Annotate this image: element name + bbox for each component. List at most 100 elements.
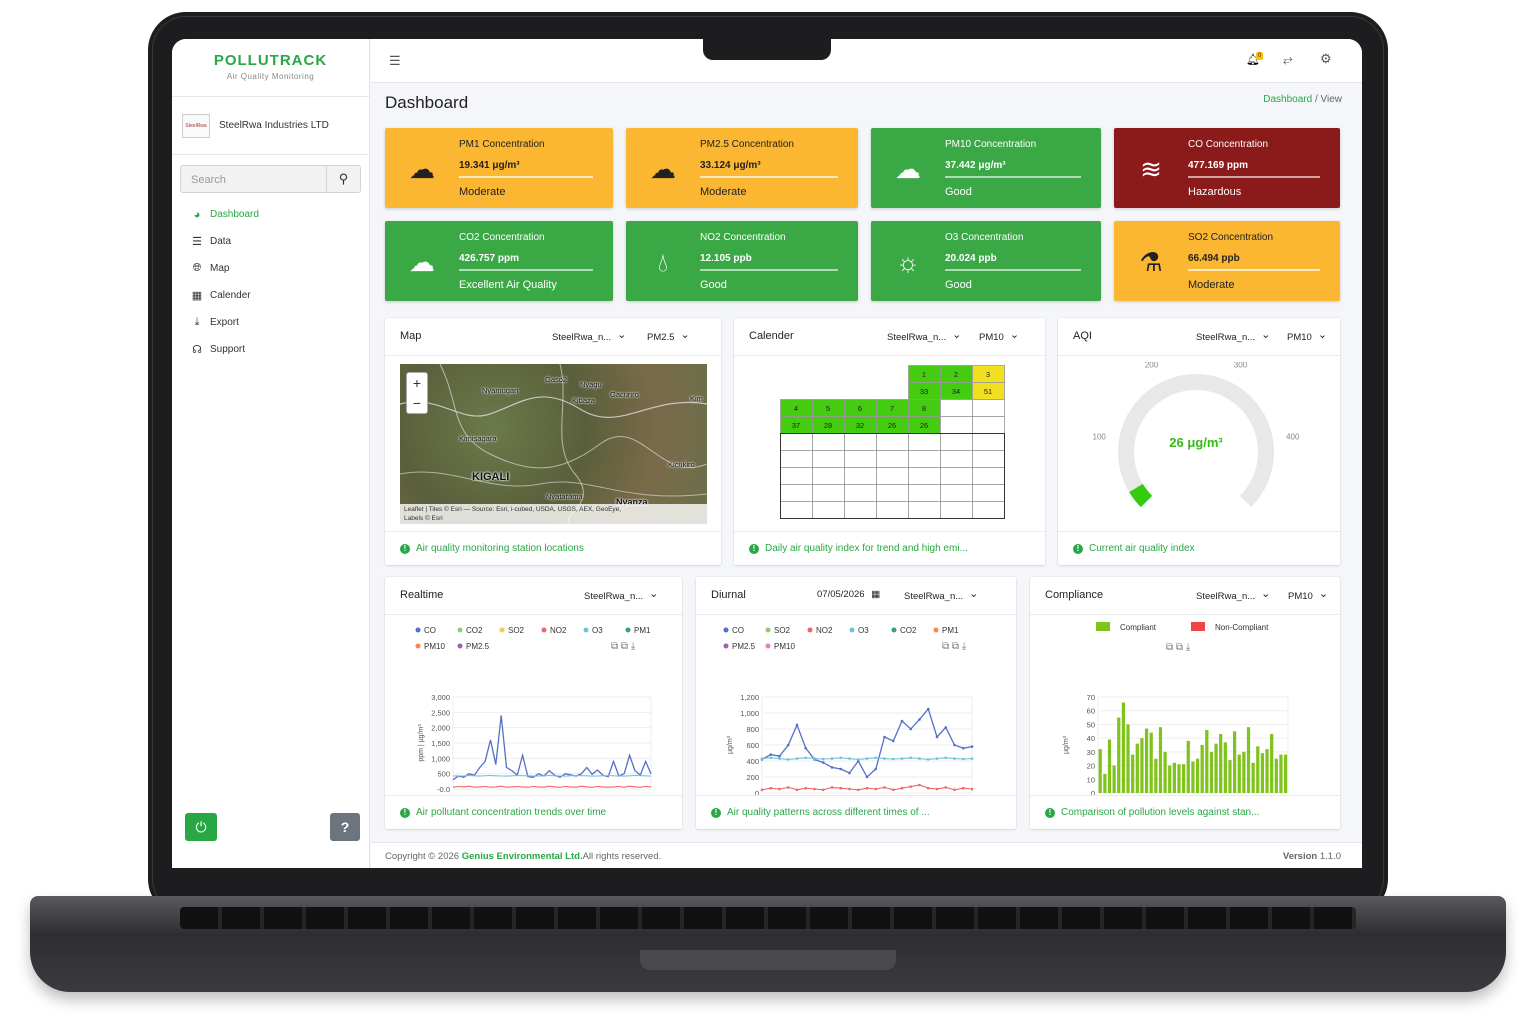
wind-icon: ≋ (1140, 154, 1162, 184)
calendar-cell (940, 433, 973, 451)
breadcrumb-home[interactable]: Dashboard (1263, 94, 1312, 105)
cloud-fog-icon: ☁ (409, 154, 435, 184)
station-select[interactable]: SteelRwa_n... (584, 587, 658, 605)
series-point (813, 787, 816, 791)
bar (1112, 765, 1116, 793)
sidebar-item-map[interactable]: 🌐︎ Map (172, 255, 369, 282)
realtime-chart[interactable]: CO CO2 SO2 NO2 O3 PM1 PM10 PM2.5 ⧉ ⧉ ⤓ 3,000 2,500… (385, 617, 682, 795)
series-point (804, 746, 808, 750)
box-status: Good (945, 279, 972, 291)
sidebar-item-support[interactable]: ☊ Support (172, 336, 369, 363)
bar (1135, 743, 1139, 793)
compliance-chart[interactable]: Compliant Non-Compliant ⧉ ⧉ ⤓ 70 60 50 40 30 20 1… (1030, 617, 1340, 795)
y-tick-label: 600 (746, 741, 759, 750)
calendar-cell (876, 450, 909, 468)
search-input[interactable]: Search (181, 166, 326, 192)
calendar-cell (844, 501, 877, 519)
legend-entry: PM1 (634, 626, 651, 635)
legend-entry: PM10 (774, 642, 795, 651)
bar (1140, 738, 1144, 793)
info-box-co[interactable]: ≋ CO Concentration 477.169 ppm Hazardous (1114, 128, 1340, 208)
y-tick-label: 3,000 (431, 693, 450, 702)
bar (1144, 728, 1149, 793)
box-progress (1188, 176, 1320, 178)
map-zoom-control[interactable]: + − (406, 372, 428, 414)
box-progress (945, 176, 1081, 178)
pollutant-select[interactable]: PM10 (979, 328, 1019, 346)
legend-entry: SO2 (774, 626, 791, 635)
pollutant-select[interactable]: PM10 (1288, 587, 1328, 605)
top-bar: ☰ 🔔︎ 0 ⥂ ⚙ (371, 39, 1362, 83)
chart-toolbox-icon: ⧉ ⧉ ⤓ (942, 641, 967, 652)
series-point (874, 767, 878, 771)
series-point (839, 767, 843, 771)
footer-org-link[interactable]: Genius Environmental Ltd. (462, 851, 583, 862)
company-panel[interactable]: SteelRwa SteelRwa Industries LTD (172, 97, 369, 155)
chart-toolbox-icon: ⧉ ⧉ ⤓ (1166, 642, 1191, 653)
info-box-no2[interactable]: 💧︎ NO2 Concentration 12.105 ppb Good (626, 221, 858, 301)
y-tick-label: 50 (1087, 720, 1095, 729)
info-box-so2[interactable]: ⚗ SO2 Concentration 66.494 ppb Moderate (1114, 221, 1340, 301)
laptop-keyboard (180, 907, 1356, 929)
card-title: Realtime (400, 589, 444, 601)
calendar-value: 26 (888, 421, 896, 430)
menu-toggle-icon[interactable]: ☰ (389, 53, 401, 69)
calendar-cell (972, 433, 1005, 451)
info-box-pm10[interactable]: ☁ PM10 Concentration 37.442 μg/m³ Good (871, 128, 1101, 208)
series-point (795, 788, 799, 792)
pollutant-select[interactable]: PM10 (1287, 328, 1327, 346)
calendar-heatmap[interactable]: 1 33 2 34 3 51 4 37 5 28 6 32 7 26 8 26 (780, 365, 1006, 525)
date-input[interactable]: 07/05/2026 ▦ (817, 589, 880, 600)
series-point (970, 787, 974, 791)
y-tick-label: 1,000 (431, 754, 450, 763)
card-footer: ! Daily air quality index for trend and h… (734, 531, 1045, 565)
box-value: 20.024 ppb (945, 253, 997, 264)
app-screen: POLLUTRACK Air Quality Monitoring SteelR… (172, 39, 1362, 868)
info-box-pm1[interactable]: ☁ PM1 Concentration 19.341 μg/m³ Moderate (385, 128, 613, 208)
calendar-cell (844, 433, 877, 451)
gear-icon[interactable]: ⚙ (1320, 51, 1332, 67)
bar (1177, 764, 1181, 793)
sidebar-item-data[interactable]: ☰ Data (172, 228, 369, 255)
bar (1205, 729, 1209, 793)
series-line-co (452, 715, 652, 781)
brand[interactable]: POLLUTRACK Air Quality Monitoring (172, 39, 369, 97)
bar (1131, 754, 1135, 793)
station-select[interactable]: SteelRwa_n... (1196, 328, 1270, 346)
info-box-co2[interactable]: ☁ CO2 Concentration 426.757 ppm Excellent A… (385, 221, 613, 301)
sidebar-item-calender[interactable]: ▦ Calender (172, 282, 369, 309)
station-select[interactable]: SteelRwa_n... (887, 328, 961, 346)
calendar-cell (844, 484, 877, 502)
fullscreen-icon[interactable]: ⥂ (1283, 52, 1293, 67)
series-point (769, 756, 773, 760)
calendar-cell (972, 484, 1005, 502)
bar (1200, 745, 1204, 793)
series-point (935, 735, 939, 739)
station-map[interactable]: + − Nyamugari Gaso2 Nyagu Gacuriro Kibaza… (400, 364, 707, 524)
series-point (883, 757, 886, 760)
sidebar-item-export[interactable]: ⤓ Export (172, 309, 369, 336)
help-button[interactable]: ? (330, 813, 360, 841)
series-point (926, 758, 930, 761)
diurnal-chart[interactable]: CO SO2 NO2 O3 CO2 PM1 PM2.5 PM10 ⧉ ⧉ ⤓ 1,200 1,000… (696, 617, 1016, 795)
bar (1274, 758, 1278, 793)
search-icon[interactable]: ⚲ (326, 166, 360, 192)
station-select[interactable]: SteelRwa_n... (1196, 587, 1270, 605)
calendar-value: 32 (856, 421, 864, 430)
bar (1182, 764, 1186, 793)
box-title: O3 Concentration (945, 232, 1024, 243)
map-label: Kim (690, 394, 703, 403)
info-box-o3[interactable]: ☼ O3 Concentration 20.024 ppb Good (871, 221, 1101, 301)
y-axis-label: ppm | μg/m³ (418, 724, 425, 762)
station-select[interactable]: SteelRwa_n... (552, 328, 626, 346)
card-footer: ! Air quality patterns across different t… (696, 795, 1016, 829)
sidebar-item-dashboard[interactable]: ◕ Dashboard (172, 201, 369, 228)
pollutant-select[interactable]: PM2.5 (647, 328, 690, 346)
calendar-day: 8 (922, 404, 926, 413)
info-box-pm25[interactable]: ☁ PM2.5 Concentration 33.124 μg/m³ Moderate (626, 128, 858, 208)
legend-entry: Non-Compliant (1215, 623, 1269, 632)
app-name: POLLUTRACK (213, 52, 328, 69)
box-title: NO2 Concentration (700, 232, 786, 243)
station-select[interactable]: SteelRwa_n... (904, 587, 978, 605)
logout-button[interactable]: ⏻︎ (185, 813, 217, 841)
